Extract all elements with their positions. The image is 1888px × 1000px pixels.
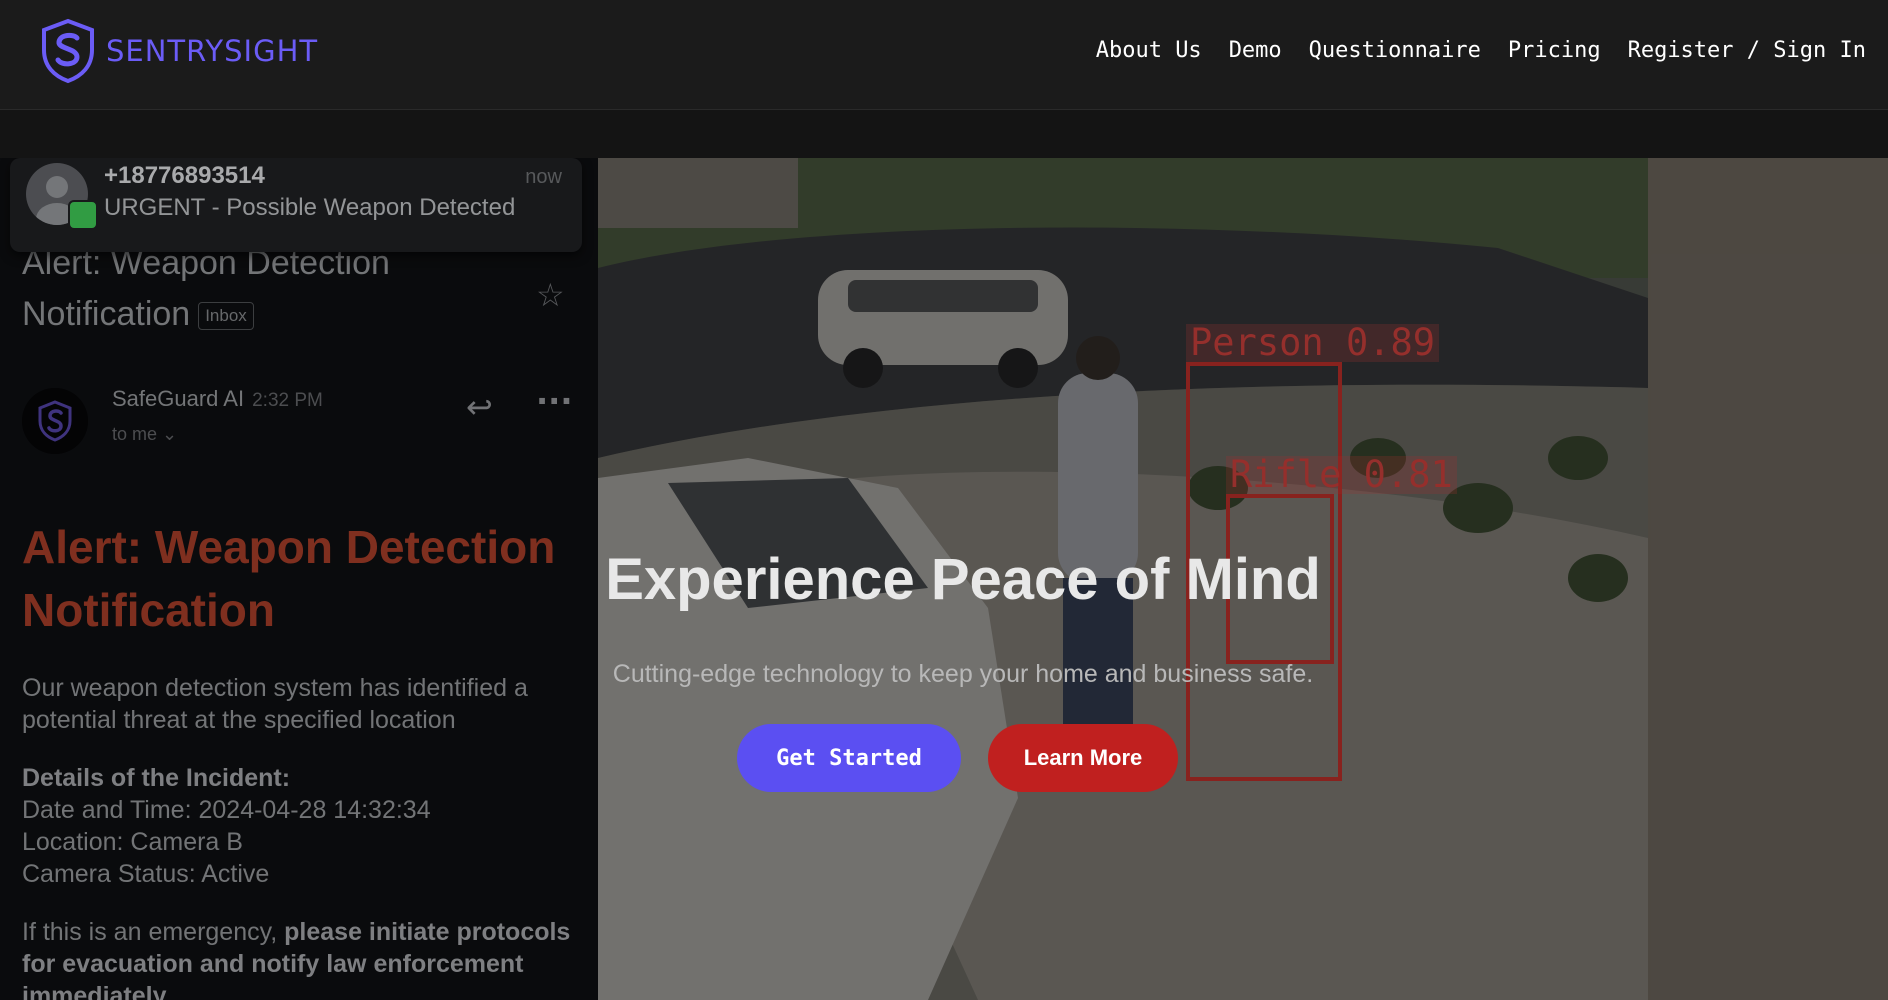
logo[interactable]: SENTRYSIGHT	[40, 18, 318, 84]
nav-menu: About Us Demo Questionnaire Pricing Regi…	[1096, 38, 1866, 63]
hero-section: Alert: Weapon Detection Notification Inbo…	[0, 158, 1888, 1000]
nav-demo[interactable]: Demo	[1229, 38, 1282, 63]
get-started-button[interactable]: Get Started	[737, 724, 961, 792]
hero-headline: Experience Peace of Mind	[605, 547, 1321, 612]
top-navbar: SENTRYSIGHT About Us Demo Questionnaire …	[0, 0, 1888, 110]
learn-more-button[interactable]: Learn More	[988, 724, 1178, 792]
nav-questionnaire[interactable]: Questionnaire	[1309, 38, 1481, 63]
hero-tagline: Cutting-edge technology to keep your hom…	[612, 660, 1314, 688]
brand-name: SENTRYSIGHT	[106, 34, 319, 68]
shield-logo-icon	[42, 18, 94, 84]
nav-about-us[interactable]: About Us	[1096, 38, 1202, 63]
nav-register-sign-in[interactable]: Register / Sign In	[1628, 38, 1866, 63]
nav-pricing[interactable]: Pricing	[1508, 38, 1601, 63]
